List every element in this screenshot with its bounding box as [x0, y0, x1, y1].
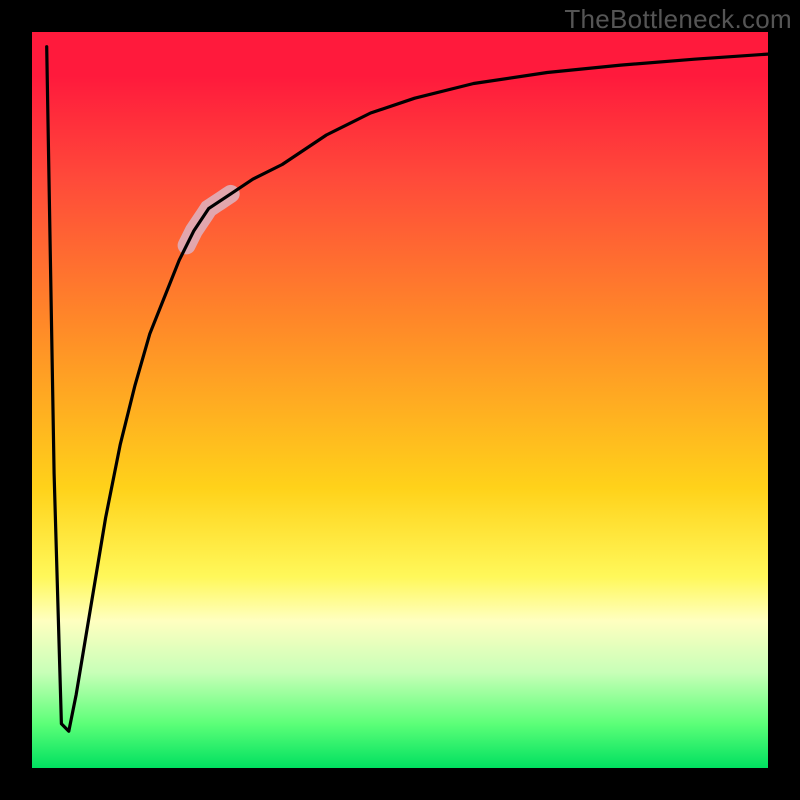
chart-plot-area [32, 32, 768, 768]
chart-curve-svg [32, 32, 768, 768]
chart-frame: TheBottleneck.com [0, 0, 800, 800]
chart-curve-line [47, 47, 768, 732]
chart-highlight-segment [187, 194, 231, 246]
watermark-text: TheBottleneck.com [564, 4, 792, 35]
